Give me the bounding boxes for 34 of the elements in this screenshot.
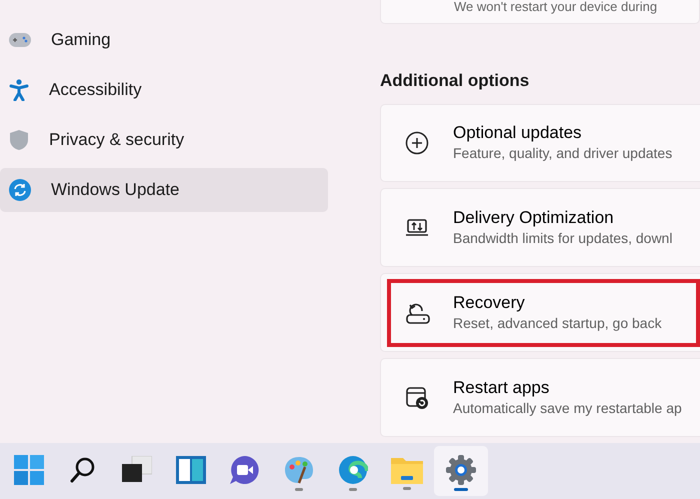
browser-wave-icon bbox=[338, 455, 368, 485]
option-subtitle: Bandwidth limits for updates, downl bbox=[453, 228, 672, 248]
accessibility-icon bbox=[9, 79, 29, 101]
option-title: Delivery Optimization bbox=[453, 206, 615, 228]
option-subtitle: Feature, quality, and driver updates bbox=[453, 144, 672, 164]
sidebar-item[interactable]: Windows Update bbox=[0, 168, 328, 212]
option-title: Optional updates bbox=[453, 122, 583, 144]
add-circle-icon bbox=[405, 131, 431, 156]
highlighted-option[interactable]: Recovery Reset, advanced startup, go back bbox=[387, 278, 700, 347]
app-restart-icon bbox=[405, 386, 431, 410]
sidebar-item[interactable]: Gaming bbox=[0, 18, 328, 62]
option-subtitle: Reset, advanced startup, go back bbox=[453, 314, 662, 333]
section-heading: Additional options bbox=[380, 70, 530, 92]
widgets-icon bbox=[176, 456, 206, 484]
sidebar-item[interactable]: Accessibility bbox=[0, 68, 328, 112]
option-link[interactable]: Delivery Optimization Bandwidth limits for updates, downl bbox=[387, 194, 700, 262]
search-icon bbox=[69, 456, 97, 484]
option-link[interactable]: Restart apps Automatically save my restartable ap bbox=[387, 364, 700, 432]
palette-icon bbox=[283, 455, 315, 485]
folder-icon bbox=[391, 456, 423, 484]
shield-icon bbox=[9, 129, 29, 151]
option-subtitle: Automatically save my restartable ap bbox=[453, 398, 682, 418]
sidebar-item[interactable]: Privacy & security bbox=[0, 118, 328, 162]
recovery-icon bbox=[405, 300, 431, 325]
windows-logo-icon bbox=[14, 455, 44, 485]
option-title: Recovery bbox=[453, 292, 526, 313]
option-link[interactable]: Optional updates Feature, quality, and driver updates bbox=[387, 109, 700, 178]
task-view-icon bbox=[122, 456, 152, 484]
gamepad-icon bbox=[9, 33, 31, 47]
update-icon bbox=[9, 179, 31, 201]
card-description: We won't restart your device during bbox=[454, 0, 658, 14]
video-chat-icon bbox=[229, 455, 261, 485]
option-title: Restart apps bbox=[453, 376, 550, 398]
upload-download-icon bbox=[405, 218, 431, 238]
